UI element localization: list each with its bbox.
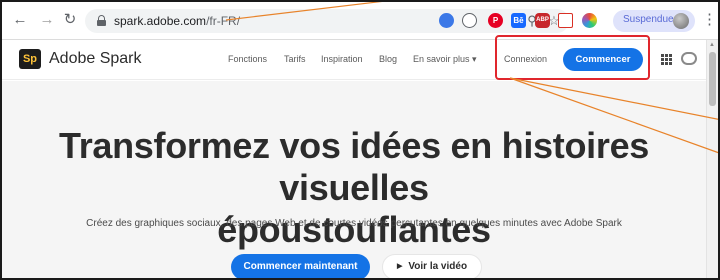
url-host: spark.adobe.com xyxy=(114,14,207,28)
extension-behance-icon[interactable]: Bē xyxy=(511,13,526,28)
apps-grid-icon[interactable] xyxy=(661,54,672,65)
nav-inspiration[interactable]: Inspiration xyxy=(321,54,363,64)
extension-multicolor-icon[interactable] xyxy=(582,13,597,28)
hero-subtitle: Créez des graphiques sociaux, des pages … xyxy=(86,218,622,229)
nav-blog[interactable]: Blog xyxy=(379,54,397,64)
nav-tarifs[interactable]: Tarifs xyxy=(284,54,306,64)
profile-chip[interactable]: Suspendue xyxy=(613,10,695,32)
lock-icon xyxy=(97,15,106,26)
hero-title-line2: époustouflantes xyxy=(217,209,491,250)
nav-fonctions[interactable]: Fonctions xyxy=(228,54,267,64)
forward-button[interactable]: → xyxy=(39,12,55,28)
annotation-highlight-box xyxy=(495,35,650,80)
reload-button[interactable]: ↻ xyxy=(62,12,78,28)
play-icon: ▶ xyxy=(396,263,403,270)
back-button[interactable]: ← xyxy=(12,12,28,28)
extension-pinterest-icon[interactable]: P xyxy=(488,13,503,28)
profile-status-label: Suspendue xyxy=(623,14,674,25)
scroll-up-arrow-icon[interactable]: ▲ xyxy=(709,42,715,48)
extension-gauge-icon[interactable] xyxy=(462,13,477,28)
nav-en-savoir-plus[interactable]: En savoir plus ▾ xyxy=(413,54,477,65)
url-text[interactable]: spark.adobe.com/fr-FR/ xyxy=(114,14,240,28)
hero-title-line1: Transformez vos idées en histoires visue… xyxy=(58,125,650,208)
spark-logo-icon[interactable]: Sp xyxy=(19,49,41,69)
creative-cloud-icon[interactable] xyxy=(681,52,697,65)
hero-title: Transformez vos idées en histoires visue… xyxy=(2,125,706,251)
start-now-button[interactable]: Commencer maintenant xyxy=(231,254,370,278)
avatar xyxy=(673,13,689,29)
hero-section: Transformez vos idées en histoires visue… xyxy=(2,81,706,278)
watch-video-label: Voir la vidéo xyxy=(408,261,468,272)
screenshot-frame: ← → ↻ spark.adobe.com/fr-FR/ ⚲ ☆ P Bē AB… xyxy=(0,0,720,280)
page-scrollbar[interactable]: ▲ xyxy=(706,40,718,278)
watch-video-button[interactable]: ▶ Voir la vidéo xyxy=(382,254,482,278)
browser-menu-icon[interactable]: ⋮ xyxy=(702,11,717,29)
brand-name[interactable]: Adobe Spark xyxy=(49,50,142,68)
extension-red-icon[interactable] xyxy=(558,13,573,28)
scroll-thumb[interactable] xyxy=(709,52,716,106)
url-path: /fr-FR/ xyxy=(206,14,241,28)
extension-abp-icon[interactable]: ABP xyxy=(535,13,550,28)
extension-circle-blue-icon[interactable] xyxy=(439,13,454,28)
